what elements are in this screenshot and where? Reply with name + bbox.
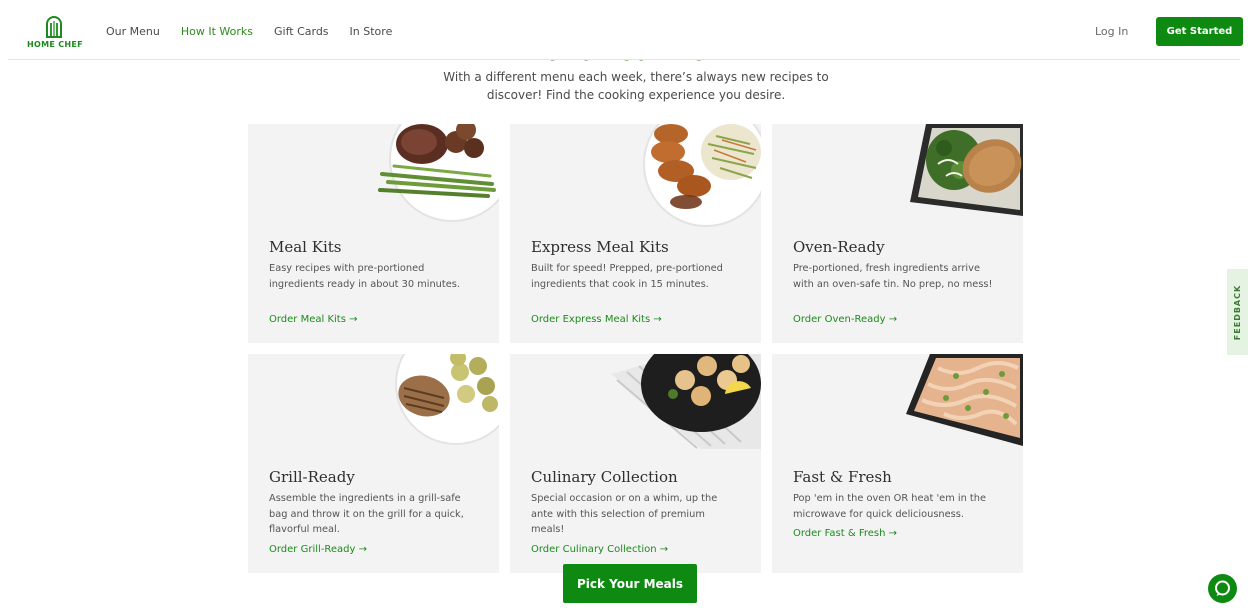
feedback-tab[interactable]: FEEDBACK xyxy=(1227,269,1248,355)
header-divider xyxy=(8,59,1240,60)
nav-how-it-works[interactable]: How It Works xyxy=(181,25,253,38)
logo-text: HOME CHEF xyxy=(27,40,83,49)
main-nav: Our Menu How It Works Gift Cards In Stor… xyxy=(106,25,392,38)
card-grill-ready[interactable]: Grill-Ready Assemble the ingredients in … xyxy=(248,354,499,573)
nav-in-store[interactable]: In Store xyxy=(350,25,393,38)
card-title: Fast & Fresh xyxy=(793,468,892,486)
card-title: Express Meal Kits xyxy=(531,238,669,256)
nav-gift-cards[interactable]: Gift Cards xyxy=(274,25,329,38)
card-meal-kits[interactable]: Meal Kits Easy recipes with pre-portione… xyxy=(248,124,499,343)
pick-your-meals-button[interactable]: Pick Your Meals xyxy=(563,564,697,603)
get-started-button[interactable]: Get Started xyxy=(1156,17,1243,46)
card-description: Easy recipes with pre-portioned ingredie… xyxy=(269,263,460,290)
card-description: Pop 'em in the oven OR heat 'em in the m… xyxy=(793,493,986,520)
login-link[interactable]: Log In xyxy=(1095,25,1128,38)
pork-slaw-plate-icon xyxy=(636,124,761,229)
nav-our-menu[interactable]: Our Menu xyxy=(106,25,160,38)
order-meal-kits-link[interactable]: Order Meal Kits → xyxy=(269,314,358,325)
card-description: Pre-portioned, fresh ingredients arrive … xyxy=(793,263,993,290)
order-grill-ready-link[interactable]: Order Grill-Ready → xyxy=(269,544,367,555)
scallops-skillet-icon xyxy=(601,354,761,449)
order-culinary-collection-link[interactable]: Order Culinary Collection → xyxy=(531,544,668,555)
card-fast-and-fresh[interactable]: Fast & Fresh Pop 'em in the oven OR heat… xyxy=(772,354,1023,573)
pasta-tray-icon xyxy=(898,354,1023,459)
home-chef-logo[interactable]: HOME CHEF xyxy=(27,13,83,53)
intro-text: With a different menu each week, there’s… xyxy=(443,70,829,102)
grilled-chicken-zucchini-plate-icon xyxy=(374,354,499,459)
order-fast-and-fresh-link[interactable]: Order Fast & Fresh → xyxy=(793,528,897,539)
card-description: Assemble the ingredients in a grill-safe… xyxy=(269,493,464,535)
chat-button[interactable] xyxy=(1208,574,1237,603)
card-description: Built for speed! Prepped, pre-portioned … xyxy=(531,263,723,290)
card-title: Grill-Ready xyxy=(269,468,355,486)
card-title: Oven-Ready xyxy=(793,238,885,256)
steak-asparagus-plate-icon xyxy=(374,124,499,229)
order-express-meal-kits-link[interactable]: Order Express Meal Kits → xyxy=(531,314,662,325)
card-title: Culinary Collection xyxy=(531,468,678,486)
order-oven-ready-link[interactable]: Order Oven-Ready → xyxy=(793,314,897,325)
card-title: Meal Kits xyxy=(269,238,342,256)
chicken-greens-tin-icon xyxy=(898,124,1023,229)
card-culinary-collection[interactable]: Culinary Collection Special occasion or … xyxy=(510,354,761,573)
card-oven-ready[interactable]: Oven-Ready Pre-portioned, fresh ingredie… xyxy=(772,124,1023,343)
chef-hat-icon xyxy=(46,15,62,38)
site-header: HOME CHEF Our Menu How It Works Gift Car… xyxy=(0,0,1248,60)
card-express-meal-kits[interactable]: Express Meal Kits Built for speed! Prepp… xyxy=(510,124,761,343)
chat-bubble-icon xyxy=(1215,580,1230,596)
card-description: Special occasion or on a whim, up the an… xyxy=(531,493,718,535)
feedback-label: FEEDBACK xyxy=(1233,284,1242,340)
